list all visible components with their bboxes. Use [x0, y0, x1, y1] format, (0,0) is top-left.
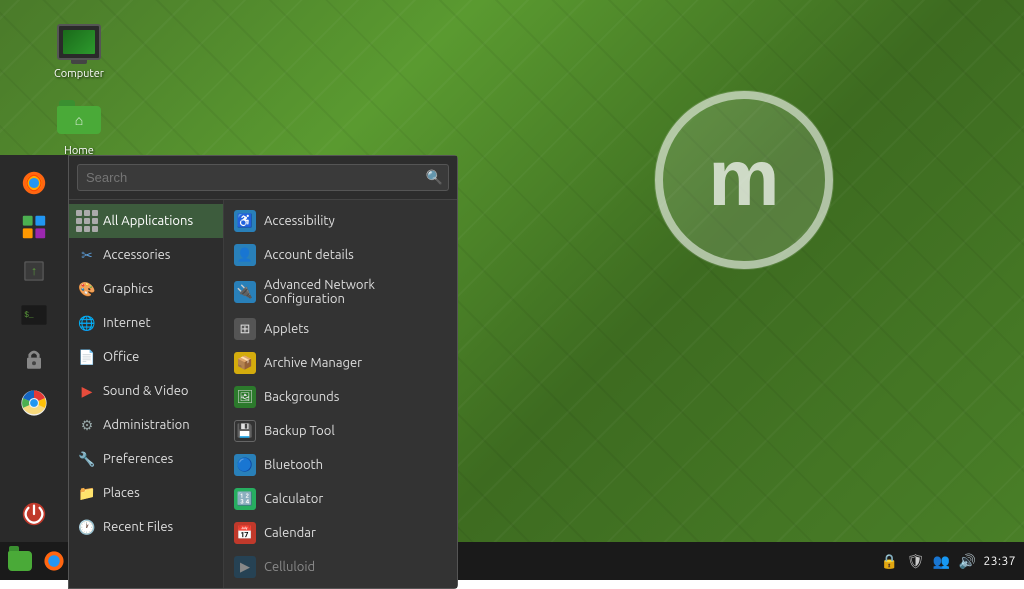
panel-icon-software[interactable]: [14, 207, 54, 247]
category-preferences-label: Preferences: [103, 452, 173, 466]
mint-logo: m: [644, 80, 844, 280]
menu-content: All Applications ✂ Accessories 🎨 Graphic…: [69, 200, 457, 588]
category-recent-files-label: Recent Files: [103, 520, 173, 534]
category-all-label: All Applications: [103, 214, 193, 228]
internet-icon: 🌐: [77, 313, 97, 333]
desktop-icon-home[interactable]: ⌂ Home: [44, 95, 114, 157]
places-icon: 📁: [77, 483, 97, 503]
category-graphics-label: Graphics: [103, 282, 153, 296]
app-applets[interactable]: ⊞ Applets: [224, 312, 457, 346]
computer-icon-label: Computer: [54, 68, 104, 80]
app-calendar-label: Calendar: [264, 526, 316, 540]
system-clock: 23:37: [983, 555, 1016, 568]
panel-icon-power[interactable]: [14, 494, 54, 534]
category-internet-label: Internet: [103, 316, 151, 330]
app-accessibility-label: Accessibility: [264, 214, 335, 228]
app-backup-tool[interactable]: 💾 Backup Tool: [224, 414, 457, 448]
category-administration-label: Administration: [103, 418, 190, 432]
preferences-icon: 🔧: [77, 449, 97, 469]
all-apps-icon: [77, 211, 97, 231]
taskbar-right: 🔒 🛡 👥 🔊 23:37: [871, 551, 1024, 571]
category-recent-files[interactable]: 🕐 Recent Files: [69, 510, 223, 544]
panel-icon-chrome[interactable]: [14, 383, 54, 423]
folder-icon-shape: [8, 551, 32, 571]
bluetooth-app-icon: 🔵: [234, 454, 256, 476]
search-input[interactable]: [77, 164, 449, 191]
svg-text:m: m: [708, 133, 779, 222]
category-administration[interactable]: ⚙ Administration: [69, 408, 223, 442]
category-sound-video-label: Sound & Video: [103, 384, 189, 398]
graphics-icon: 🎨: [77, 279, 97, 299]
backgrounds-app-icon: 🖼: [234, 386, 256, 408]
category-all-applications[interactable]: All Applications: [69, 204, 223, 238]
search-icon[interactable]: 🔍: [426, 169, 443, 186]
app-calculator[interactable]: 🔢 Calculator: [224, 482, 457, 516]
accessories-icon: ✂: [77, 245, 97, 265]
panel-icon-update[interactable]: ↑: [14, 251, 54, 291]
app-advanced-network[interactable]: 🔌 Advanced Network Configuration: [224, 272, 457, 312]
celluloid-app-icon: ▶: [234, 556, 256, 578]
app-account-details-label: Account details: [264, 248, 354, 262]
app-bluetooth-label: Bluetooth: [264, 458, 323, 472]
category-places-label: Places: [103, 486, 140, 500]
app-backgrounds[interactable]: 🖼 Backgrounds: [224, 380, 457, 414]
office-icon: 📄: [77, 347, 97, 367]
desktop: m Computer ⌂ Home: [0, 0, 1024, 580]
sound-video-icon: ▶: [77, 381, 97, 401]
desktop-icon-computer[interactable]: Computer: [44, 18, 114, 80]
app-account-details[interactable]: 👤 Account details: [224, 238, 457, 272]
app-calculator-label: Calculator: [264, 492, 323, 506]
category-sound-video[interactable]: ▶ Sound & Video: [69, 374, 223, 408]
search-box-wrapper: 🔍: [77, 164, 449, 191]
app-celluloid-label: Celluloid: [264, 560, 315, 574]
category-preferences[interactable]: 🔧 Preferences: [69, 442, 223, 476]
calculator-app-icon: 🔢: [234, 488, 256, 510]
category-internet[interactable]: 🌐 Internet: [69, 306, 223, 340]
panel-icon-firefox[interactable]: [14, 163, 54, 203]
taskbar-firefox-icon[interactable]: [38, 545, 70, 577]
recent-files-icon: 🕐: [77, 517, 97, 537]
category-accessories-label: Accessories: [103, 248, 170, 262]
app-advanced-network-label: Advanced Network Configuration: [264, 278, 447, 306]
app-accessibility[interactable]: ♿ Accessibility: [224, 204, 457, 238]
accessibility-app-icon: ♿: [234, 210, 256, 232]
category-office-label: Office: [103, 350, 139, 364]
advanced-network-app-icon: 🔌: [234, 281, 256, 303]
backup-tool-app-icon: 💾: [234, 420, 256, 442]
category-accessories[interactable]: ✂ Accessories: [69, 238, 223, 272]
svg-text:↑: ↑: [31, 264, 37, 278]
app-bluetooth[interactable]: 🔵 Bluetooth: [224, 448, 457, 482]
svg-text:$_: $_: [24, 311, 34, 320]
categories-panel: All Applications ✂ Accessories 🎨 Graphic…: [69, 200, 224, 588]
administration-icon: ⚙: [77, 415, 97, 435]
app-archive-manager-label: Archive Manager: [264, 356, 362, 370]
mint-side-panel: ↑ $_: [0, 155, 68, 542]
applications-panel[interactable]: ♿ Accessibility 👤 Account details 🔌 Adva…: [224, 200, 457, 588]
calendar-app-icon: 📅: [234, 522, 256, 544]
tray-volume-icon[interactable]: 🔊: [957, 551, 977, 571]
app-applets-label: Applets: [264, 322, 309, 336]
panel-icon-terminal[interactable]: $_: [14, 295, 54, 335]
taskbar-folder-icon[interactable]: [4, 545, 36, 577]
app-backup-tool-label: Backup Tool: [264, 424, 335, 438]
panel-icon-lock[interactable]: [14, 339, 54, 379]
category-places[interactable]: 📁 Places: [69, 476, 223, 510]
category-graphics[interactable]: 🎨 Graphics: [69, 272, 223, 306]
search-container: 🔍: [69, 156, 457, 200]
app-backgrounds-label: Backgrounds: [264, 390, 339, 404]
applets-app-icon: ⊞: [234, 318, 256, 340]
tray-users-icon[interactable]: 👥: [931, 551, 951, 571]
app-archive-manager[interactable]: 📦 Archive Manager: [224, 346, 457, 380]
app-celluloid[interactable]: ▶ Celluloid: [224, 550, 457, 584]
tray-shield-icon[interactable]: 🛡: [905, 551, 925, 571]
category-office[interactable]: 📄 Office: [69, 340, 223, 374]
account-details-app-icon: 👤: [234, 244, 256, 266]
tray-network-icon[interactable]: 🔒: [879, 551, 899, 571]
archive-manager-app-icon: 📦: [234, 352, 256, 374]
app-calendar[interactable]: 📅 Calendar: [224, 516, 457, 550]
application-menu: 🔍 All Applications: [68, 155, 458, 589]
